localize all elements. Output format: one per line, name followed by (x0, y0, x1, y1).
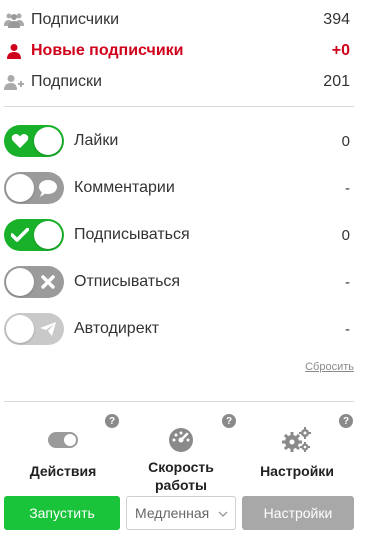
toggle-row-unfollow: Отписываться - (4, 266, 350, 298)
stat-followers-value: 394 (323, 11, 350, 28)
toggle-row-autodirect: Автодирект - (4, 313, 350, 345)
comment-icon (38, 178, 58, 198)
users-icon (4, 11, 24, 29)
help-icon[interactable]: ? (339, 414, 353, 428)
toggle-row-comments: Комментарии - (4, 172, 350, 204)
stat-following: Подписки 201 (4, 71, 350, 93)
toggle-label-unfollow: Отписываться (74, 273, 181, 290)
start-button[interactable]: Запустить (4, 496, 120, 530)
stat-followers-label: Подписчики (31, 11, 120, 28)
feature-actions-label: Действия (29, 463, 97, 479)
user-add-icon (4, 73, 24, 91)
gears-icon (238, 425, 356, 455)
feature-settings-label: Настройки (260, 463, 334, 479)
toggle-row-follow: Подписываться 0 (4, 219, 350, 251)
unfollow-toggle[interactable] (4, 266, 64, 298)
user-icon (4, 42, 24, 60)
toggle-label-autodirect: Автодирект (74, 320, 160, 337)
toggle-icon (4, 425, 122, 455)
follow-toggle[interactable] (4, 219, 64, 251)
toggle-value-follow: 0 (341, 226, 350, 244)
send-icon (38, 319, 58, 339)
close-icon (38, 272, 58, 292)
help-icon[interactable]: ? (105, 414, 119, 428)
toggle-value-autodirect: - (345, 320, 350, 338)
stat-new-followers: Новые подписчики +0 (4, 40, 350, 62)
toggle-value-comments: - (345, 179, 350, 197)
feature-settings: Настройки (238, 425, 356, 480)
stat-following-value: 201 (323, 73, 350, 90)
toggle-row-likes: Лайки 0 (4, 125, 350, 157)
feature-actions: Действия (4, 425, 122, 480)
likes-toggle[interactable] (4, 125, 64, 157)
autodirect-toggle[interactable] (4, 313, 64, 345)
divider (4, 106, 354, 107)
settings-button[interactable]: Настройки (242, 496, 354, 530)
check-icon (10, 225, 30, 245)
toggle-label-follow: Подписываться (74, 226, 190, 243)
stat-new-followers-value: +0 (331, 42, 350, 59)
help-icon[interactable]: ? (222, 414, 236, 428)
toggle-value-unfollow: - (345, 273, 350, 291)
reset-link[interactable]: Сбросить (305, 361, 354, 373)
toggle-label-comments: Комментарии (74, 179, 175, 196)
speed-select-value: Медленная (135, 505, 210, 521)
feature-speed-label: Скорость работы (148, 459, 214, 493)
chevron-down-icon (217, 507, 229, 523)
comments-toggle[interactable] (4, 172, 64, 204)
toggle-label-likes: Лайки (74, 132, 119, 149)
stat-new-followers-label: Новые подписчики (31, 42, 184, 59)
stat-following-label: Подписки (31, 73, 102, 90)
heart-icon (10, 131, 30, 151)
speedometer-icon (122, 425, 240, 455)
stat-followers: Подписчики 394 (4, 9, 350, 31)
speed-select[interactable]: Медленная (126, 496, 236, 530)
feature-speed: Скорость работы (122, 425, 240, 494)
divider (4, 401, 354, 402)
toggle-value-likes: 0 (341, 132, 350, 150)
